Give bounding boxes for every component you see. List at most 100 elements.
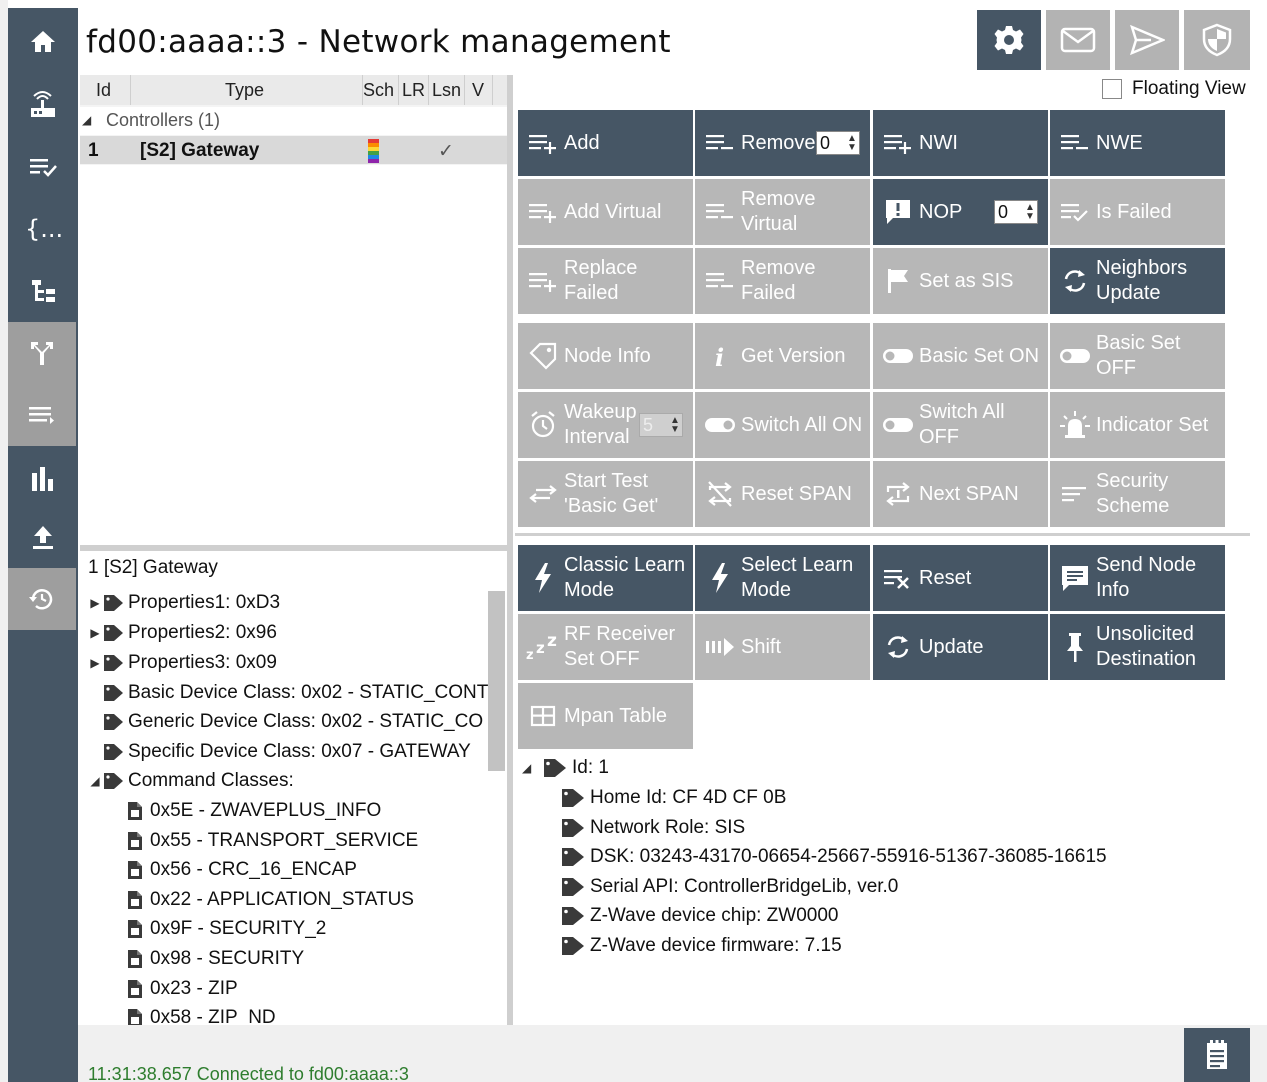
sidebar-item-braces[interactable]: {...} (8, 198, 78, 260)
log-button[interactable] (1184, 1028, 1250, 1082)
get-version-button[interactable]: i Get Version (695, 323, 870, 389)
select-learn-mode-button[interactable]: Select Learn Mode (695, 545, 870, 611)
stepper-arrows-icon[interactable]: ▲ ▼ (668, 416, 682, 435)
floating-view-toggle[interactable]: Floating View (1102, 78, 1246, 100)
send-button[interactable] (1115, 10, 1179, 70)
expand-arrow-icon[interactable]: ▶ (88, 626, 102, 640)
tree-item[interactable]: Basic Device Class: 0x02 - STATIC_CONT (102, 682, 488, 704)
column-header-id[interactable]: Id (96, 80, 111, 101)
info-root[interactable]: ◢ Id: 1 (522, 757, 609, 779)
next-span-button[interactable]: Next SPAN (873, 461, 1048, 527)
nwi-button[interactable]: NWI (873, 110, 1048, 176)
floating-view-checkbox[interactable] (1102, 79, 1122, 99)
stepper-arrows-icon[interactable]: ▲ ▼ (845, 134, 859, 153)
nwe-button[interactable]: NWE (1050, 110, 1225, 176)
send-node-info-label-line1: Send Node (1096, 554, 1197, 576)
command-class-item[interactable]: 0x55 - TRANSPORT_SERVICE (126, 830, 418, 852)
wakeup-interval-value: 5 (643, 414, 654, 435)
mail-button[interactable] (1046, 10, 1110, 70)
sidebar-item-bar-chart[interactable] (8, 448, 78, 510)
command-class-item[interactable]: 0x22 - APPLICATION_STATUS (126, 889, 414, 911)
sidebar-item-home[interactable] (8, 10, 78, 72)
command-class-label: 0x9F - SECURITY_2 (150, 918, 327, 940)
column-header-sch[interactable]: Sch (363, 80, 394, 101)
sidebar-item-tree[interactable] (8, 260, 78, 322)
start-test-button[interactable]: Start Test 'Basic Get' (518, 461, 693, 527)
column-header-lr[interactable]: LR (402, 80, 425, 101)
collapse-arrow-icon[interactable]: ◢ (522, 761, 542, 775)
add-virtual-button[interactable]: Add Virtual (518, 179, 693, 245)
unsolicited-destination-button[interactable]: Unsolicited Destination (1050, 614, 1225, 680)
tree-scrollbar-thumb[interactable] (488, 591, 505, 771)
shield-icon (1202, 23, 1232, 57)
command-class-item[interactable]: 0x98 - SECURITY (126, 948, 304, 970)
sidebar-item-network[interactable] (8, 322, 76, 384)
remove-button[interactable]: Remove 0 ▲ ▼ (695, 110, 870, 176)
column-header-v[interactable]: V (472, 80, 484, 101)
device-info-item[interactable]: Z-Wave device firmware: 7.15 (560, 935, 842, 957)
column-header-type[interactable]: Type (225, 80, 264, 101)
sidebar-item-list-arrow[interactable] (8, 384, 76, 446)
replace-failed-button[interactable]: Replace Failed (518, 248, 693, 314)
reset-button[interactable]: Reset (873, 545, 1048, 611)
vertical-splitter[interactable] (507, 75, 513, 1025)
command-class-item[interactable]: 0x9F - SECURITY_2 (126, 918, 326, 940)
rf-receiver-set-off-button[interactable]: zzz RF Receiver Set OFF (518, 614, 693, 680)
tree-item[interactable]: ▶ Properties3: 0x09 (88, 652, 277, 674)
group-collapse-arrow-icon[interactable]: ◢ (82, 113, 91, 127)
indicator-set-button[interactable]: Indicator Set (1050, 392, 1225, 458)
update-button[interactable]: Update (873, 614, 1048, 680)
sidebar-item-restore[interactable] (8, 568, 76, 630)
tree-item[interactable]: ◢ Command Classes: (88, 770, 293, 792)
switch-all-off-button[interactable]: Switch All OFF (873, 392, 1048, 458)
expand-arrow-icon[interactable]: ▶ (88, 596, 102, 610)
controllers-group-row[interactable]: ◢ Controllers (1) (80, 107, 507, 135)
device-info-item[interactable]: Serial API: ControllerBridgeLib, ver.0 (560, 876, 898, 898)
tag-icon (104, 655, 123, 671)
sidebar-item-upload[interactable] (8, 506, 78, 568)
security-button[interactable] (1184, 10, 1250, 70)
stepper-arrows-icon[interactable]: ▲ ▼ (1023, 203, 1037, 222)
device-info-item[interactable]: DSK: 03243-43170-06654-25667-55916-51367… (560, 846, 1107, 868)
wakeup-interval-stepper[interactable]: 5 ▲ ▼ (639, 413, 683, 437)
basic-set-off-button[interactable]: Basic Set OFF (1050, 323, 1225, 389)
command-class-item[interactable]: 0x23 - ZIP (126, 978, 238, 1000)
mpan-table-button[interactable]: Mpan Table (518, 683, 693, 749)
wakeup-interval-button[interactable]: Wakeup Interval 5 ▲ ▼ (518, 392, 693, 458)
command-class-item[interactable]: 0x5E - ZWAVEPLUS_INFO (126, 800, 381, 822)
sidebar-item-router[interactable] (8, 74, 78, 136)
send-node-info-button[interactable]: Send Node Info (1050, 545, 1225, 611)
node-info-button[interactable]: Node Info (518, 323, 693, 389)
node-row[interactable]: 1 [S2] Gateway ✓ (80, 136, 507, 164)
command-class-item[interactable]: 0x56 - CRC_16_ENCAP (126, 859, 357, 881)
set-as-sis-button[interactable]: Set as SIS (873, 248, 1048, 314)
tree-item[interactable]: Specific Device Class: 0x07 - GATEWAY (102, 741, 471, 763)
nop-count-stepper[interactable]: 0 ▲ ▼ (994, 200, 1038, 224)
basic-set-on-button[interactable]: Basic Set ON (873, 323, 1048, 389)
column-header-lsn[interactable]: Lsn (432, 80, 461, 101)
tree-item[interactable]: Generic Device Class: 0x02 - STATIC_CO (102, 711, 483, 733)
device-info-item[interactable]: Home Id: CF 4D CF 0B (560, 787, 786, 809)
neighbors-update-button[interactable]: Neighbors Update (1050, 248, 1225, 314)
add-button[interactable]: Add (518, 110, 693, 176)
collapse-arrow-icon[interactable]: ◢ (88, 774, 102, 788)
remove-failed-button[interactable]: Remove Failed (695, 248, 870, 314)
device-info-item[interactable]: Z-Wave device chip: ZW0000 (560, 905, 839, 927)
tree-item[interactable]: ▶ Properties2: 0x96 (88, 622, 277, 644)
remove-virtual-button[interactable]: Remove Virtual (695, 179, 870, 245)
security-scheme-button[interactable]: Security Scheme (1050, 461, 1225, 527)
shift-button[interactable]: Shift (695, 614, 870, 680)
column-divider (130, 75, 131, 105)
device-info-item[interactable]: Network Role: SIS (560, 817, 745, 839)
remove-mode-stepper[interactable]: 0 ▲ ▼ (816, 131, 860, 155)
nop-button[interactable]: NOP 0 ▲ ▼ (873, 179, 1048, 245)
sidebar-item-list-check[interactable] (8, 136, 78, 198)
is-failed-button[interactable]: Is Failed (1050, 179, 1225, 245)
settings-button[interactable] (977, 10, 1041, 70)
expand-arrow-icon[interactable]: ▶ (88, 656, 102, 670)
classic-learn-mode-button[interactable]: Classic Learn Mode (518, 545, 693, 611)
tree-item[interactable]: ▶ Properties1: 0xD3 (88, 592, 280, 614)
switch-all-on-button[interactable]: Switch All ON (695, 392, 870, 458)
command-class-item[interactable]: 0x58 - ZIP_ND (126, 1007, 276, 1025)
reset-span-button[interactable]: Reset SPAN (695, 461, 870, 527)
